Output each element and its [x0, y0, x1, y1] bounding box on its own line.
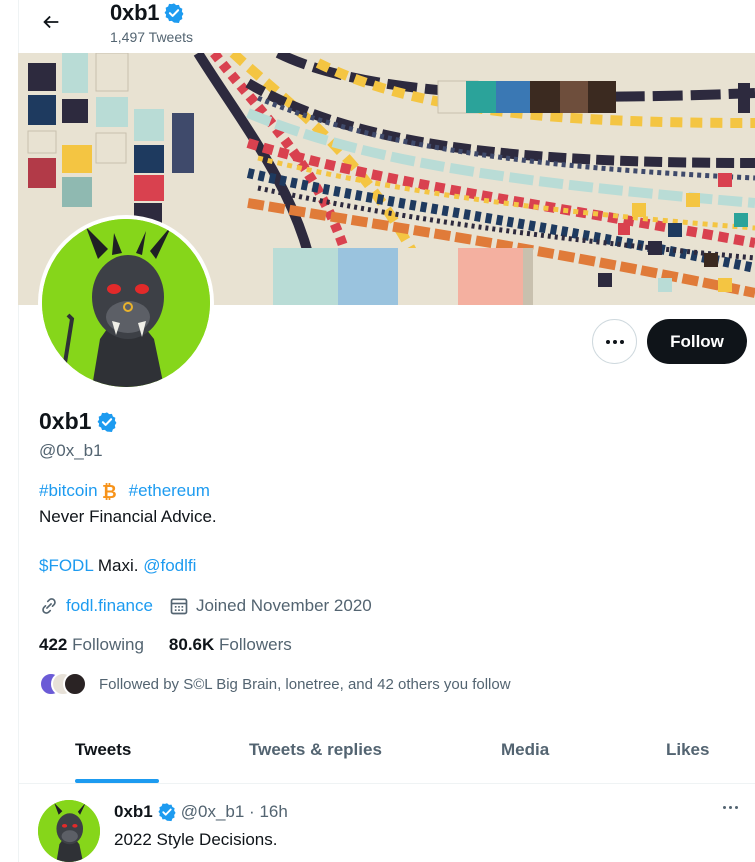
mention-fodlfi-link[interactable]: @fodlfi [143, 556, 196, 575]
follow-counts: 422 Following 80.6K Followers [39, 635, 292, 655]
more-dots-icon [723, 806, 726, 809]
bio-line-1: #bitcoin ₿ #ethereum [39, 481, 210, 501]
arrow-left-icon [43, 15, 59, 29]
tab-likes[interactable]: Likes [666, 740, 709, 760]
tab-tweets-replies[interactable]: Tweets & replies [249, 740, 382, 760]
profile-tabs: Tweets Tweets & replies Media Likes [18, 720, 755, 784]
tweet-author-handle[interactable]: @0x_b1 [181, 802, 245, 822]
tweet-author-name[interactable]: 0xb1 [114, 802, 153, 822]
joined-date: Joined November 2020 [195, 596, 372, 615]
avatar-image [42, 219, 210, 387]
ape-avatar-art [38, 800, 100, 862]
followers-link[interactable]: 80.6K Followers [169, 635, 292, 655]
more-dots-icon [605, 339, 610, 344]
mutual-avatars [39, 672, 87, 696]
bio-line-3: $FODL Maxi. @fodlfi [39, 556, 196, 576]
tab-media[interactable]: Media [501, 740, 549, 760]
header-name: 0xb1 [110, 0, 160, 25]
bio-line-2: Never Financial Advice. [39, 507, 217, 526]
bio-maxi-text: Maxi. [93, 556, 144, 575]
website-link[interactable]: fodl.finance [66, 596, 153, 616]
cashtag-fodl-link[interactable]: $FODL [39, 556, 93, 575]
profile-header: 0xb1 1,497 Tweets [18, 0, 755, 53]
link-icon [39, 596, 59, 616]
followed-by-text: Followed by S©L Big Brain, lonetree, and… [99, 675, 511, 693]
hashtag-ethereum-link[interactable]: #ethereum [129, 481, 210, 501]
hashtag-bitcoin-link[interactable]: #bitcoin [39, 481, 98, 501]
calendar-icon [169, 596, 189, 616]
profile-avatar[interactable] [38, 215, 214, 391]
tweet-more-button[interactable] [723, 806, 738, 809]
header-tweet-count: 1,497 Tweets [110, 29, 194, 45]
tweet-header: 0xb1 @0x_b1 · 16h [114, 802, 288, 822]
verified-badge-icon [97, 411, 117, 432]
follow-button[interactable]: Follow [647, 319, 747, 364]
followed-by-row[interactable]: Followed by S©L Big Brain, lonetree, and… [39, 672, 511, 696]
verified-badge-icon [158, 803, 176, 822]
profile-name: 0xb1 [39, 408, 92, 434]
tweet-text: 2022 Style Decisions. [114, 830, 278, 849]
header-title-row: 0xb1 [110, 0, 185, 26]
following-count: 422 [39, 635, 68, 654]
following-link[interactable]: 422 Following [39, 635, 144, 655]
following-label: Following [72, 635, 144, 654]
svg-text:₿: ₿ [102, 482, 117, 501]
profile-handle: @0x_b1 [39, 441, 103, 460]
tab-tweets[interactable]: Tweets [75, 740, 131, 760]
more-options-button[interactable] [592, 319, 637, 364]
tweet-avatar[interactable] [38, 800, 100, 862]
verified-badge-icon [164, 3, 184, 23]
tweet-separator: · [244, 802, 260, 821]
followers-count: 80.6K [168, 635, 215, 654]
profile-meta: fodl.finance Joined November 2020 [39, 596, 372, 616]
ape-avatar-art [42, 219, 210, 387]
followers-label: Followers [219, 635, 292, 654]
active-tab-indicator [75, 779, 159, 783]
tweet-time[interactable]: 16h [259, 802, 287, 822]
mutual-avatar [63, 672, 87, 696]
profile-name-row: 0xb1 [39, 408, 118, 435]
bitcoin-icon: ₿ [102, 482, 117, 501]
back-button[interactable] [38, 9, 64, 35]
